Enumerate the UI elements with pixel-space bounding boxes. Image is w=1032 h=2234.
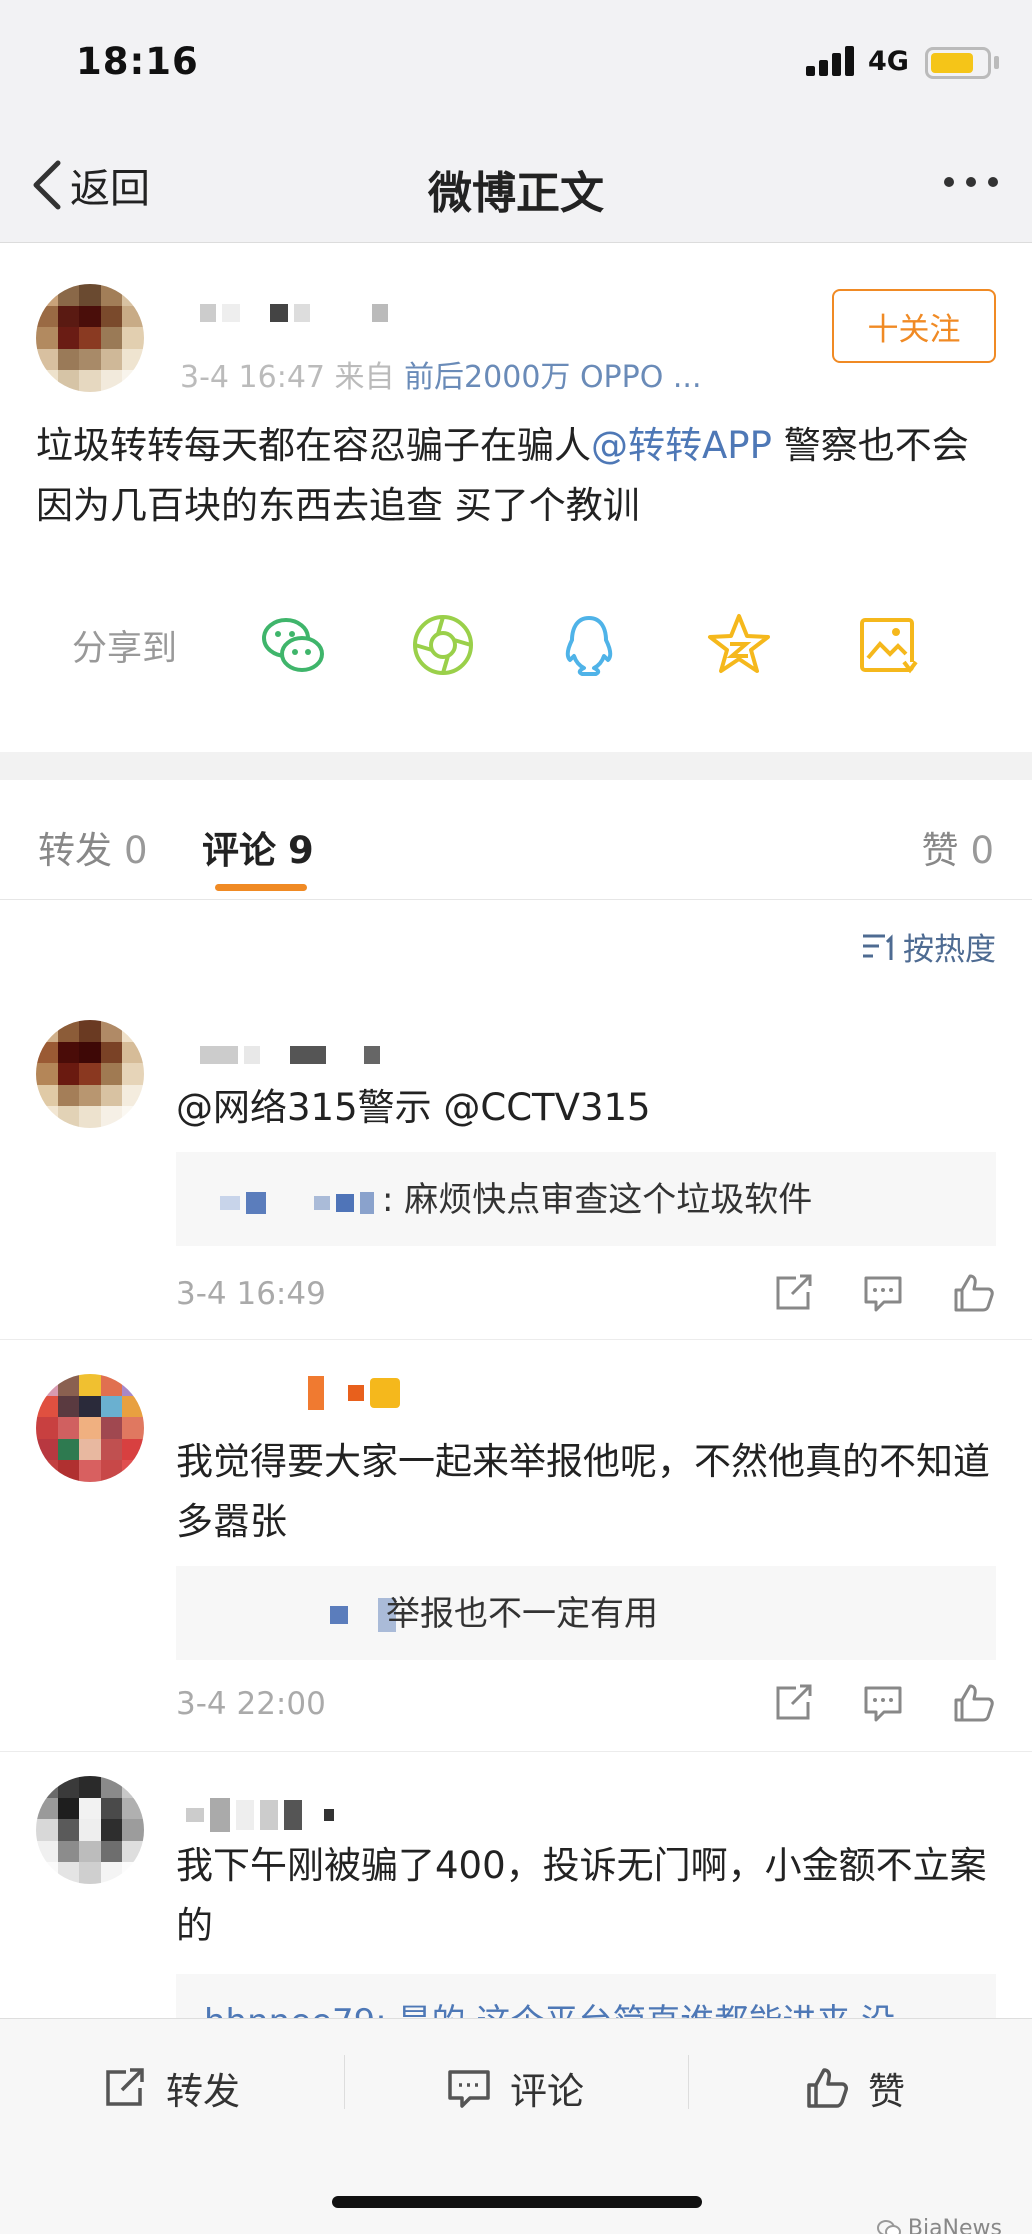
repost-label: 转发 bbox=[166, 2070, 240, 2113]
more-options-icon[interactable] bbox=[944, 177, 998, 187]
avatar[interactable] bbox=[36, 1776, 144, 1884]
status-bar: 18:16 4G bbox=[0, 0, 1032, 125]
comment-text: 我觉得要大家一起来举报他呢，不然他真的不知道多嚣张 bbox=[176, 1440, 990, 1543]
wechat-watermark-icon bbox=[876, 2219, 901, 2234]
username-blurred[interactable] bbox=[186, 1798, 334, 1832]
post-card: 3-4 16:47 来自 前后2000万 OPPO ... 十关注 垃圾转转每天… bbox=[0, 244, 1032, 750]
mention-link[interactable]: @转转APP bbox=[591, 424, 772, 467]
username-blurred[interactable] bbox=[200, 1046, 380, 1064]
comment-item: @网络315警示 @CCTV315 : 麻烦快点审查这个垃圾软件 3-4 16:… bbox=[0, 1000, 1032, 1340]
tab-repost[interactable]: 转发 0 bbox=[38, 820, 148, 874]
wechat-icon[interactable] bbox=[258, 610, 328, 680]
status-time: 18:16 bbox=[76, 40, 199, 83]
comment-time: 3-4 16:49 bbox=[176, 1276, 326, 1312]
like-button[interactable]: 赞 bbox=[804, 2061, 905, 2115]
reply-preview[interactable]: hhnnee79: 是的 这个平台简直谁都能进来 没 bbox=[176, 1974, 996, 2018]
share-icon[interactable] bbox=[770, 1272, 816, 1314]
qq-icon[interactable] bbox=[554, 610, 624, 680]
comment-icon[interactable] bbox=[860, 1682, 906, 1724]
repost-icon bbox=[106, 2068, 144, 2106]
like-icon[interactable] bbox=[950, 1682, 996, 1724]
reply-text: : 麻烦快点审查这个垃圾软件 bbox=[382, 1180, 813, 1220]
comment-icon bbox=[448, 2070, 490, 2108]
username-blurred[interactable] bbox=[200, 304, 388, 322]
avatar[interactable] bbox=[36, 1374, 144, 1482]
battery-icon bbox=[925, 47, 991, 79]
avatar[interactable] bbox=[36, 284, 144, 392]
like-icon[interactable] bbox=[950, 1272, 996, 1314]
reply-text: hhnnee79: 是的 这个平台简直谁都能进来 没 bbox=[204, 1994, 895, 2018]
share-icon[interactable] bbox=[770, 1682, 816, 1724]
avatar[interactable] bbox=[36, 1020, 144, 1128]
comment-item: 我下午刚被骗了400，投诉无门啊，小金额不立案的 hhnnee79: 是的 这个… bbox=[0, 1752, 1032, 2018]
tab-likes[interactable]: 赞0 bbox=[921, 820, 994, 874]
section-divider bbox=[0, 752, 1032, 780]
reply-preview[interactable]: 举报也不一定有用 bbox=[176, 1566, 996, 1660]
home-indicator[interactable] bbox=[332, 2196, 702, 2208]
comment-item: 我觉得要大家一起来举报他呢，不然他真的不知道多嚣张 举报也不一定有用 3-4 2… bbox=[0, 1340, 1032, 1752]
tab-comments[interactable]: 评论 9 bbox=[202, 820, 314, 874]
like-icon bbox=[807, 2068, 848, 2108]
tab-bar: 转发 0 评论 9 赞0 bbox=[0, 780, 1032, 900]
signal-icon bbox=[806, 46, 856, 76]
comment-text: 我下午刚被骗了400，投诉无门啊，小金额不立案的 bbox=[176, 1844, 987, 1947]
like-label: 赞 bbox=[868, 2070, 905, 2113]
follow-button[interactable]: 十关注 bbox=[832, 289, 996, 363]
username-blurred[interactable] bbox=[308, 1376, 400, 1410]
tab-indicator bbox=[215, 884, 307, 891]
reply-text: 举报也不一定有用 bbox=[386, 1594, 658, 1634]
qzone-icon[interactable] bbox=[704, 610, 774, 680]
sort-label: 按热度 bbox=[903, 932, 996, 968]
page-title: 微博正文 bbox=[428, 168, 604, 219]
sort-icon bbox=[863, 933, 893, 960]
comment-text[interactable]: @网络315警示 @CCTV315 bbox=[176, 1078, 996, 1138]
reply-preview[interactable]: : 麻烦快点审查这个垃圾软件 bbox=[176, 1152, 996, 1246]
save-image-icon[interactable] bbox=[854, 610, 924, 680]
post-meta: 3-4 16:47 来自 前后2000万 OPPO ... bbox=[180, 360, 702, 395]
post-text: 垃圾转转每天都在容忍骗子在骗人@转转APP 警察也不会因为几百块的东西去追查 买… bbox=[36, 424, 969, 527]
comment-label: 评论 bbox=[510, 2070, 584, 2113]
share-label: 分享到 bbox=[72, 629, 178, 669]
network-label: 4G bbox=[868, 46, 909, 77]
post-source: 前后2000万 OPPO ... bbox=[404, 360, 702, 395]
comment-time: 3-4 22:00 bbox=[176, 1686, 326, 1722]
nav-bar: 返回 微博正文 bbox=[0, 125, 1032, 243]
repost-button[interactable]: 转发 bbox=[102, 2061, 240, 2115]
comment-icon[interactable] bbox=[860, 1272, 906, 1314]
sort-button[interactable]: 按热度 bbox=[861, 924, 996, 969]
moments-icon[interactable] bbox=[408, 610, 478, 680]
comment-button[interactable]: 评论 bbox=[446, 2061, 584, 2115]
watermark: BiaNews bbox=[876, 2216, 1002, 2234]
